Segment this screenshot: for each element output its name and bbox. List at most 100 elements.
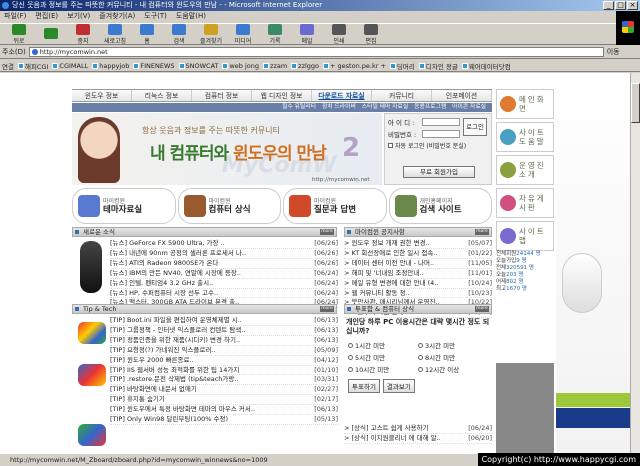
menu-item[interactable]: 파일(F) bbox=[4, 11, 26, 22]
scroll-thumb[interactable] bbox=[631, 83, 640, 123]
notice-item[interactable]: > 메일 유형 변경에 대한 안내 (4.. [10/24] bbox=[344, 279, 492, 289]
tip-item[interactable]: [TIP] 정품인증을 위한 재품(시디키) 변경 하기.. [06/13] bbox=[110, 336, 338, 346]
menu-item[interactable]: 편집(E) bbox=[35, 11, 58, 22]
subnav-item[interactable]: 장치 드라이버 bbox=[322, 103, 356, 112]
poll-option[interactable]: 1시간 미만 bbox=[348, 340, 418, 350]
link-item[interactable]: 디자인 정글 bbox=[418, 61, 458, 71]
vertical-scrollbar[interactable] bbox=[630, 73, 640, 453]
poll-option[interactable]: 8시간 미만 bbox=[418, 352, 488, 362]
sidebar-item[interactable]: 메인화면 bbox=[496, 89, 554, 119]
radio-icon[interactable] bbox=[418, 342, 423, 348]
link-item[interactable]: CGIMALL bbox=[52, 62, 88, 70]
notice-item[interactable]: > 해피 및 '너내임 조정안내.. [11/01] bbox=[344, 269, 492, 279]
tip-item[interactable]: [TIP] 바탕화면에 내문서 없애기 [02/27] bbox=[110, 385, 338, 396]
toolbar-미디어-button[interactable]: 미디어 bbox=[228, 23, 258, 45]
go-button[interactable]: 이동 bbox=[607, 47, 620, 57]
nav-item[interactable]: 윈도우 정보 bbox=[72, 90, 132, 101]
news-item[interactable]: [뉴스] ATI의 Radeon 9800SE가 온다 [06/26] bbox=[110, 259, 338, 269]
subnav-item[interactable]: 필수 유틸리티 bbox=[282, 103, 316, 112]
news-item[interactable]: [뉴스] 내년에 90nm 공정의 셀러론 프로세서 나.. [06/26] bbox=[110, 249, 338, 259]
toolbar-즐겨찾기-button[interactable]: 즐겨찾기 bbox=[196, 23, 226, 45]
toolbar-홈-button[interactable]: 홈 bbox=[132, 23, 162, 45]
quick-link[interactable]: 마이컴윈 테마자료실 bbox=[72, 188, 176, 224]
sidebar-item[interactable]: 사이트 도움말 bbox=[496, 122, 554, 152]
notice-more-button[interactable]: more bbox=[475, 229, 489, 235]
password-input[interactable] bbox=[422, 130, 460, 138]
tip-item[interactable]: > [상식] 이지원클리너 에 대해 알.. [06/20] bbox=[344, 434, 492, 444]
radio-icon[interactable] bbox=[418, 366, 423, 372]
tip-item[interactable]: [TIP] .restore.문전 삭제법 (tip&teach가랑.. [03/… bbox=[110, 375, 338, 386]
link-item[interactable]: 해피CGI bbox=[17, 61, 48, 71]
notice-item[interactable]: > 윈도우 정보 개재 권한 변경.. [05/07] bbox=[344, 239, 492, 249]
poll-more-button[interactable]: more bbox=[475, 306, 489, 312]
nav-item[interactable]: 다운로드 자료실 bbox=[312, 90, 372, 101]
subnav-item[interactable]: 응용프로그램 bbox=[414, 103, 446, 112]
news-more-button[interactable]: more bbox=[320, 229, 334, 235]
quick-link[interactable]: 마이컴윈 컴퓨터 상식 bbox=[177, 188, 281, 224]
tip-item[interactable]: [TIP] 윈도우에서 특정 바탕화면 테마의 마우스 커서.. [06/13] bbox=[110, 405, 338, 416]
sidebar-item[interactable]: 사이트맵 bbox=[496, 221, 554, 251]
link-item[interactable]: 웨어데이터닷컴 bbox=[461, 61, 511, 71]
tip-item[interactable]: [TIP] IIS 웹서버 성능 최적화를 위한 팁 14가지 [01/10] bbox=[110, 366, 338, 376]
link-item[interactable]: FINENEWS bbox=[133, 62, 175, 70]
link-item[interactable]: happyjob bbox=[92, 62, 129, 70]
tip-item[interactable]: [TIP] Boot.ini 파일을 편집하여 운영체제별 시.. [06/13] bbox=[110, 316, 338, 326]
tips-more-button[interactable]: more bbox=[320, 306, 334, 312]
nav-item[interactable]: 인포메이션 bbox=[432, 90, 492, 101]
tip-item[interactable]: [TIP] 휴지통 숨기기 [02/17] bbox=[110, 395, 338, 406]
nav-item[interactable]: 리눅스 정보 bbox=[132, 90, 192, 101]
toolbar-인쇄-button[interactable]: 인쇄 bbox=[324, 23, 354, 45]
toolbar-메일-button[interactable]: 메일 bbox=[292, 23, 322, 45]
poll-option[interactable]: 5시간 미만 bbox=[348, 352, 418, 362]
nav-item[interactable]: 커뮤니티 bbox=[372, 90, 432, 101]
news-item[interactable]: [뉴스] IBM의 만든 NV40, 연말에 시장에 등장.. [06/24] bbox=[110, 269, 338, 279]
auto-login-checkbox[interactable]: 자동 로그인 (비밀번호 분실) bbox=[388, 141, 488, 150]
toolbar-forward-button[interactable] bbox=[36, 28, 66, 40]
quick-link[interactable]: 마이컴윈 질문과 답변 bbox=[283, 188, 387, 224]
minimize-button[interactable]: _ bbox=[603, 1, 614, 10]
radio-icon[interactable] bbox=[348, 342, 353, 348]
toolbar-검색-button[interactable]: 검색 bbox=[164, 23, 194, 45]
close-button[interactable]: × bbox=[627, 1, 638, 10]
subnav-item[interactable]: 스타일 테마 자료실 bbox=[362, 103, 408, 112]
tip-item[interactable]: [TIP] 요청정(?) 가네워진 익스플로러.. [05/09] bbox=[110, 346, 338, 356]
notice-item[interactable]: > KT 회선장애로 인한 일시 접속.. [01/22] bbox=[344, 249, 492, 259]
news-item[interactable]: [뉴스] GeForce FX 5900 Ultra, 가장 .. [06/26] bbox=[110, 239, 338, 249]
tip-item[interactable]: [TIP] 윈도우 2000 빠른종료.. [04/12] bbox=[110, 356, 338, 366]
quick-link[interactable]: 개인홈페이지 검색 사이트 bbox=[388, 188, 492, 224]
notice-item[interactable]: > 웹 커뮤니티 활동 정.. [10/23] bbox=[344, 289, 492, 299]
radio-icon[interactable] bbox=[348, 366, 353, 372]
tip-item[interactable]: [TIP] 그룹정책 - 인터넷 익스플로러 컨텐트 탐색.. [06/13] bbox=[110, 326, 338, 336]
menu-item[interactable]: 도움말(H) bbox=[176, 11, 206, 22]
join-button[interactable]: 무료 회원가입 bbox=[403, 166, 475, 178]
subnav-item[interactable]: 아이콘 자료실 bbox=[452, 103, 486, 112]
toolbar-편집-button[interactable]: 편집 bbox=[356, 23, 386, 45]
menu-item[interactable]: 즐겨찾기(A) bbox=[99, 11, 135, 22]
poll-option[interactable]: 12시간 이상 bbox=[418, 364, 488, 374]
poll-option[interactable]: 3시간 미만 bbox=[418, 340, 488, 350]
vote-button[interactable]: 투표하기 bbox=[348, 379, 380, 393]
notice-item[interactable]: > 데이터 센터 이전 안내 - 나머.. [11/05] bbox=[344, 259, 492, 269]
sidebar-item[interactable]: 운영진 소개 bbox=[496, 155, 554, 185]
news-item[interactable]: [뉴스] HP, 수퍼컴퓨터 시장 선두 고수.. [06/24] bbox=[110, 289, 338, 299]
poll-option[interactable]: 10시간 미만 bbox=[348, 364, 418, 374]
toolbar-새로고침-button[interactable]: 새로고침 bbox=[100, 23, 130, 45]
link-item[interactable]: + geston.pe.kr + bbox=[323, 62, 386, 70]
news-item[interactable]: [뉴스] 인텔, 펜티엄4 3.2 GHz 출시.. [06/24] bbox=[110, 279, 338, 289]
link-item[interactable]: 딩머리 bbox=[389, 61, 415, 71]
id-input[interactable] bbox=[422, 118, 460, 126]
result-button[interactable]: 결과보기 bbox=[382, 379, 415, 393]
link-item[interactable]: zzam bbox=[263, 62, 287, 70]
link-item[interactable]: web jong bbox=[222, 62, 259, 70]
tip-item[interactable]: [TIP] Only Win98 달린부팅(100% 수정) [05/13] bbox=[110, 415, 338, 425]
login-button[interactable]: 로그인 bbox=[463, 118, 487, 136]
link-item[interactable]: zzlggo bbox=[291, 62, 319, 70]
nav-item[interactable]: 웹 디자인 정보 bbox=[252, 90, 312, 101]
link-item[interactable]: SNOWCAT bbox=[178, 62, 218, 70]
radio-icon[interactable] bbox=[348, 354, 353, 360]
maximize-button[interactable]: □ bbox=[615, 1, 626, 10]
address-input[interactable]: http://mycomwin.net bbox=[28, 47, 604, 57]
menu-item[interactable]: 보기(V) bbox=[67, 11, 90, 22]
toolbar-기록-button[interactable]: 기록 bbox=[260, 23, 290, 45]
radio-icon[interactable] bbox=[418, 354, 423, 360]
